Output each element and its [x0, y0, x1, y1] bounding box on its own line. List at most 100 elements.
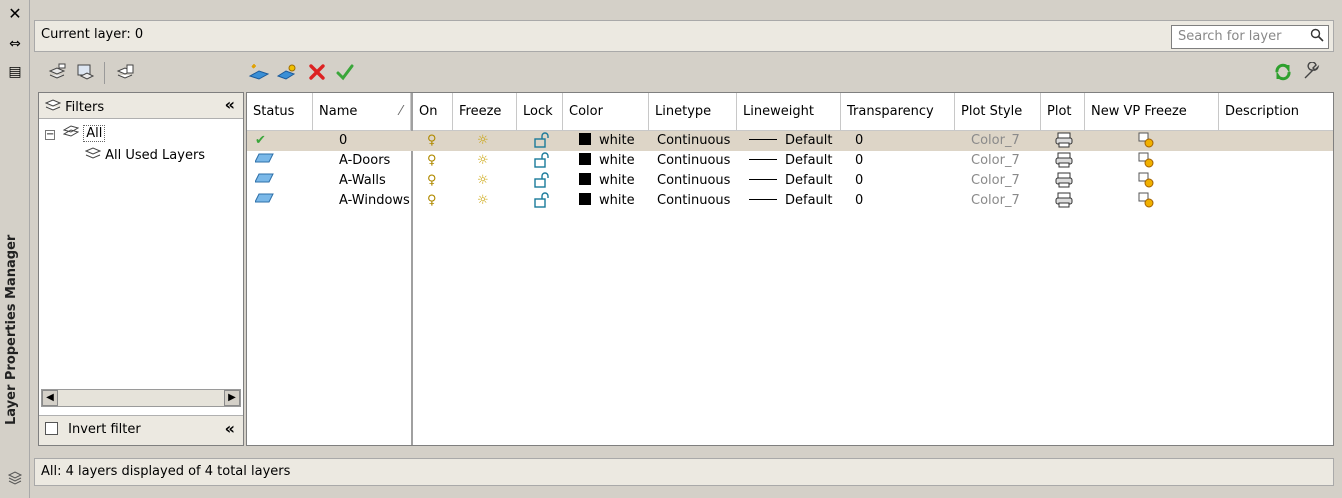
search-icon[interactable]	[1310, 28, 1324, 46]
column-header-plot-style[interactable]: Plot Style	[955, 93, 1041, 131]
layer-on-icon[interactable]: ♀	[427, 151, 437, 171]
new-vp-freeze-icon[interactable]	[1137, 151, 1155, 171]
column-header-on[interactable]: On	[413, 93, 453, 131]
palette-side-strip: ✕ ⇔ ▤ Layer Properties Manager	[0, 0, 30, 498]
new-group-filter-icon[interactable]	[74, 62, 96, 84]
layer-color[interactable]: white	[579, 191, 635, 211]
status-bar: All: 4 layers displayed of 4 total layer…	[34, 458, 1334, 486]
layer-lineweight[interactable]: Default	[741, 151, 833, 171]
layer-name[interactable]: A-Walls	[339, 171, 386, 191]
table-row[interactable]: A-Doors ♀ ☼ white Continuous Default 0 C…	[247, 151, 1333, 171]
layer-on-icon[interactable]: ♀	[427, 191, 437, 211]
column-header-lock[interactable]: Lock	[517, 93, 563, 131]
layer-status-icon[interactable]	[254, 151, 275, 171]
plot-icon[interactable]	[1055, 151, 1073, 171]
layer-linetype[interactable]: Continuous	[657, 191, 730, 211]
collapse-filters-icon[interactable]: «	[225, 95, 235, 114]
properties-icon[interactable]: ▤	[6, 64, 24, 82]
search-input[interactable]: Search for layer	[1171, 25, 1329, 49]
layer-transparency[interactable]: 0	[855, 191, 863, 211]
invert-filter-label: Invert filter	[68, 422, 141, 437]
close-icon[interactable]: ✕	[6, 4, 24, 23]
collapse-node-icon[interactable]: −	[45, 130, 55, 140]
filter-tree-item-used[interactable]: All Used Layers	[45, 145, 237, 167]
layer-on-icon[interactable]: ♀	[427, 171, 437, 191]
invert-filter-checkbox[interactable]	[45, 422, 58, 435]
layer-plot-style[interactable]: Color_7	[971, 191, 1020, 211]
color-swatch	[579, 173, 591, 185]
thaw-icon[interactable]: ☼	[477, 191, 489, 211]
layer-color[interactable]: white	[579, 151, 635, 171]
layer-states-manager-icon[interactable]	[114, 62, 136, 84]
column-header-transparency[interactable]: Transparency	[841, 93, 955, 131]
layer-transparency[interactable]: 0	[855, 171, 863, 191]
unlock-icon[interactable]	[533, 191, 551, 211]
new-vp-freeze-icon[interactable]	[1137, 171, 1155, 191]
layer-transparency[interactable]: 0	[855, 151, 863, 171]
scroll-left-icon[interactable]: ◀	[42, 390, 58, 406]
new-layer-icon[interactable]	[248, 62, 270, 84]
layer-color[interactable]: white	[579, 171, 635, 191]
column-header-status[interactable]: Status	[247, 93, 313, 131]
layer-lineweight[interactable]: Default	[741, 131, 833, 151]
scroll-right-icon[interactable]: ▶	[224, 390, 240, 406]
layer-plot-style[interactable]: Color_7	[971, 151, 1020, 171]
new-layer-vp-frozen-icon[interactable]	[276, 62, 298, 84]
layer-lineweight[interactable]: Default	[741, 171, 833, 191]
plot-icon[interactable]	[1055, 131, 1073, 151]
table-row[interactable]: ✔ 0 ♀ ☼ white Continuous Default 0 Color…	[247, 131, 1333, 151]
layer-name[interactable]: A-Doors	[339, 151, 390, 171]
unlock-icon[interactable]	[533, 131, 551, 151]
column-header-description[interactable]: Description	[1219, 93, 1333, 131]
filters-horizontal-scrollbar[interactable]: ◀ ▶	[41, 389, 241, 407]
new-vp-freeze-icon[interactable]	[1137, 191, 1155, 211]
grid-header: Status Name ⁄ On Freeze Lock Color Linet…	[247, 93, 1333, 131]
column-header-lineweight[interactable]: Lineweight	[737, 93, 841, 131]
column-header-plot[interactable]: Plot	[1041, 93, 1085, 131]
layer-plot-style[interactable]: Color_7	[971, 131, 1020, 151]
collapse-filters-bottom-icon[interactable]: «	[225, 419, 235, 438]
layer-color[interactable]: white	[579, 131, 635, 151]
column-header-freeze[interactable]: Freeze	[453, 93, 517, 131]
layer-name[interactable]: 0	[339, 131, 347, 151]
plot-icon[interactable]	[1055, 191, 1073, 211]
layer-linetype[interactable]: Continuous	[657, 131, 730, 151]
layer-status-icon[interactable]	[254, 191, 275, 211]
column-header-name[interactable]: Name ⁄	[313, 93, 411, 131]
column-header-linetype[interactable]: Linetype	[649, 93, 737, 131]
thaw-icon[interactable]: ☼	[477, 151, 489, 171]
set-current-icon[interactable]	[334, 62, 356, 84]
sort-indicator-icon: ⁄	[399, 104, 402, 119]
layer-linetype[interactable]: Continuous	[657, 171, 730, 191]
column-header-new-vp-freeze[interactable]: New VP Freeze	[1085, 93, 1219, 131]
thaw-icon[interactable]: ☼	[477, 131, 489, 151]
column-header-color[interactable]: Color	[563, 93, 649, 131]
filters-header: Filters «	[39, 93, 243, 119]
unlock-icon[interactable]	[533, 151, 551, 171]
new-vp-freeze-icon[interactable]	[1137, 131, 1155, 151]
table-row[interactable]: A-Windows ♀ ☼ white Continuous Default 0…	[247, 191, 1333, 211]
refresh-icon[interactable]	[1272, 62, 1294, 84]
layer-linetype[interactable]: Continuous	[657, 151, 730, 171]
current-layer-status-icon[interactable]: ✔	[255, 131, 266, 151]
color-swatch	[579, 133, 591, 145]
layer-status-icon[interactable]	[254, 171, 275, 191]
color-name: white	[599, 133, 635, 148]
layer-on-icon[interactable]: ♀	[427, 131, 437, 151]
layer-plot-style[interactable]: Color_7	[971, 171, 1020, 191]
plot-icon[interactable]	[1055, 171, 1073, 191]
thaw-icon[interactable]: ☼	[477, 171, 489, 191]
filter-tree-item-all[interactable]: − All	[45, 123, 237, 145]
layer-lineweight[interactable]: Default	[741, 191, 833, 211]
lineweight-value: Default	[785, 173, 833, 188]
layer-transparency[interactable]: 0	[855, 131, 863, 151]
table-row[interactable]: A-Walls ♀ ☼ white Continuous Default 0 C…	[247, 171, 1333, 191]
layer-name[interactable]: A-Windows	[339, 191, 410, 211]
filters-title: Filters	[65, 100, 105, 115]
settings-icon[interactable]	[1300, 61, 1322, 84]
delete-layer-icon[interactable]	[306, 62, 328, 84]
unlock-icon[interactable]	[533, 171, 551, 191]
new-property-filter-icon[interactable]	[46, 62, 68, 84]
current-layer-bar: Current layer: 0 Search for layer	[34, 20, 1334, 52]
autohide-icon[interactable]: ⇔	[6, 36, 24, 54]
